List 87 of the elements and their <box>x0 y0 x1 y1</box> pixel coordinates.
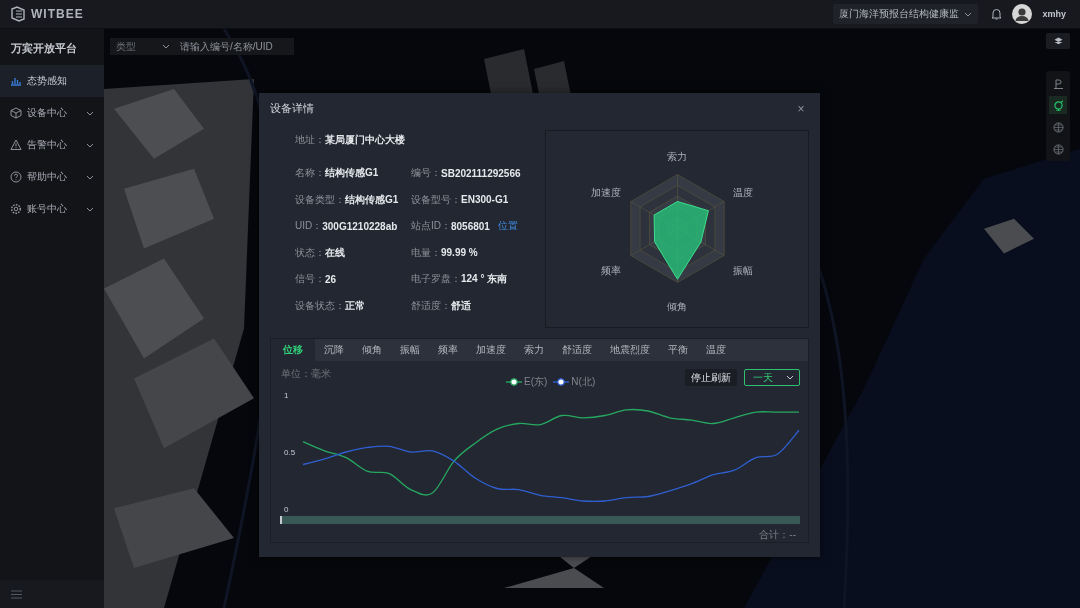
avatar-icon <box>1012 4 1033 24</box>
y-tick-label: 0.5 <box>284 448 296 457</box>
gear-icon <box>10 203 22 215</box>
radar-axis-label: 频率 <box>600 264 621 278</box>
field-label: 舒适度： <box>411 298 451 313</box>
tab[interactable]: 振幅 <box>391 339 429 361</box>
tower-icon <box>1052 77 1064 89</box>
radar-axis-label: 加速度 <box>590 186 621 200</box>
cube-icon <box>10 107 22 119</box>
radar-axis-label: 温度 <box>733 186 754 200</box>
menu-icon <box>11 589 22 599</box>
field-label: 站点ID： <box>411 219 451 234</box>
bell-icon <box>991 8 1003 20</box>
help-icon <box>10 171 22 183</box>
field-label: 信号： <box>295 272 325 287</box>
stop-refresh-button[interactable]: 停止刷新 <box>685 369 737 386</box>
field-value: 99.99 % <box>441 247 478 259</box>
field-value: 某局厦门中心大楼 <box>325 133 405 147</box>
field-value: SB202111292566 <box>441 167 521 179</box>
map-tool-button[interactable] <box>1049 96 1067 114</box>
legend-label: N(北) <box>571 375 596 389</box>
legend-label: E(东) <box>524 375 548 389</box>
sprout-icon <box>1052 99 1064 111</box>
tab[interactable]: 频率 <box>429 339 467 361</box>
field-label: 电量： <box>411 245 441 260</box>
tab[interactable]: 加速度 <box>467 339 515 361</box>
tab[interactable]: 平衡 <box>659 339 697 361</box>
field-value: 124 ° 东南 <box>461 272 508 287</box>
type-dropdown[interactable]: 类型 <box>110 38 176 55</box>
nav-item[interactable]: 帮助中心 <box>0 161 104 193</box>
tab[interactable]: 沉降 <box>315 339 353 361</box>
close-button[interactable]: × <box>794 101 808 116</box>
layers-icon <box>1053 36 1063 46</box>
nav-item[interactable]: 设备中心 <box>0 97 104 129</box>
field-value: 在线 <box>325 245 345 260</box>
globe-icon <box>1052 121 1064 133</box>
nav-item[interactable]: 告警中心 <box>0 129 104 161</box>
field-label: 设备类型： <box>295 192 345 207</box>
radar-axis-label: 振幅 <box>733 264 754 278</box>
radar-axis-label: 倾角 <box>667 300 687 314</box>
tab[interactable]: 地震烈度 <box>601 339 659 361</box>
field-value: 26 <box>325 273 337 285</box>
tab[interactable]: 温度 <box>697 339 735 361</box>
field-value: 舒适 <box>451 298 471 313</box>
field-label: 状态： <box>295 245 325 260</box>
field-value: 结构传感G1 <box>325 166 379 181</box>
field-label: UID： <box>295 219 323 234</box>
location-link[interactable]: 位置 <box>497 219 518 234</box>
unit-label: 单位：毫米 <box>281 367 331 381</box>
field-label: 设备状态： <box>295 298 345 313</box>
bar-chart-icon <box>10 75 22 87</box>
y-tick-label: 0 <box>284 505 289 514</box>
field-value: 正常 <box>345 298 365 313</box>
range-slider[interactable] <box>281 516 800 524</box>
tab[interactable]: 位移 <box>271 339 315 361</box>
total-label: 合计：-- <box>759 528 797 542</box>
y-tick-label: 1 <box>284 391 289 400</box>
logo-icon <box>10 6 26 22</box>
chevron-down-icon <box>786 375 794 380</box>
chevron-down-icon <box>964 11 973 17</box>
field-value: 300G1210228ab <box>322 220 398 232</box>
nav-item[interactable]: 态势感知 <box>0 65 104 97</box>
chevron-down-icon <box>162 44 170 49</box>
user-name[interactable]: xmhy <box>1042 9 1066 19</box>
field-label: 电子罗盘： <box>411 272 461 287</box>
nav-item[interactable]: 账号中心 <box>0 193 104 225</box>
field-value: 结构传感G1 <box>345 192 399 207</box>
range-dropdown[interactable]: 一天 <box>744 369 800 386</box>
field-label: 编号： <box>411 166 441 181</box>
layers-button[interactable] <box>1046 33 1070 49</box>
field-label: 名称： <box>295 166 325 181</box>
field-label: 地址： <box>295 133 325 147</box>
project-dropdown[interactable]: 厦门海洋预报台结构健康监 <box>833 4 979 24</box>
tab[interactable]: 索力 <box>515 339 553 361</box>
platform-title: 万宾开放平台 <box>10 41 78 56</box>
brand-name: WITBEE <box>31 7 84 21</box>
warning-icon <box>10 139 22 151</box>
radar-axis-label: 索力 <box>667 150 687 164</box>
tab[interactable]: 倾角 <box>353 339 391 361</box>
slider-handle[interactable] <box>280 516 282 524</box>
field-value: 8056801 <box>451 220 490 232</box>
tab[interactable]: 舒适度 <box>553 339 601 361</box>
dialog-title: 设备详情 <box>270 101 314 116</box>
search-field[interactable]: 请输入编号/名称/UID <box>176 38 294 55</box>
field-value: EN300-G1 <box>461 194 509 206</box>
globe-icon <box>1052 143 1064 155</box>
field-label: 设备型号： <box>411 192 461 207</box>
